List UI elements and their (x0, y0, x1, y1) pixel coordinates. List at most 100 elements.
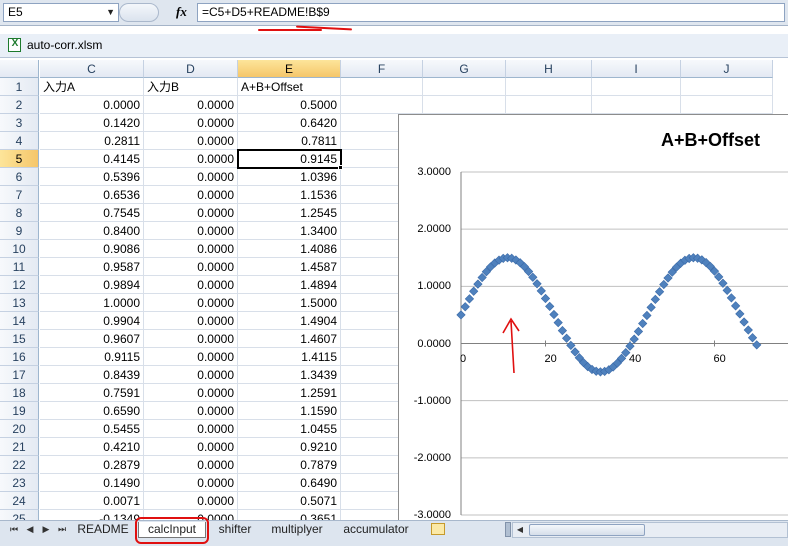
cell-c25[interactable]: -0.1349 (40, 510, 144, 520)
row-header[interactable]: 21 (0, 438, 39, 456)
row-header[interactable]: 13 (0, 294, 39, 312)
data-point[interactable] (743, 325, 753, 335)
data-point[interactable] (642, 310, 652, 321)
cell-d7[interactable]: 0.0000 (144, 186, 238, 204)
data-point[interactable] (726, 293, 737, 303)
cell-d20[interactable]: 0.0000 (144, 420, 238, 438)
cell-c11[interactable]: 0.9587 (40, 258, 144, 276)
row-header[interactable]: 20 (0, 420, 39, 438)
column-header-f[interactable]: F (341, 60, 423, 78)
cell-c8[interactable]: 0.7545 (40, 204, 144, 222)
scroll-left-icon[interactable]: ◀ (513, 523, 527, 537)
data-point[interactable] (553, 318, 563, 328)
cell-c17[interactable]: 0.8439 (40, 366, 144, 384)
cell-e22[interactable]: 0.7879 (238, 456, 341, 474)
column-header-h[interactable]: H (506, 60, 592, 78)
cell-e15[interactable]: 1.4607 (238, 330, 341, 348)
data-point[interactable] (473, 279, 483, 289)
cell-h1[interactable] (506, 78, 592, 96)
cell-j1[interactable] (681, 78, 773, 96)
cell-e17[interactable]: 1.3439 (238, 366, 341, 384)
row-header[interactable]: 7 (0, 186, 39, 204)
column-header-c[interactable]: C (40, 60, 144, 78)
cell-c9[interactable]: 0.8400 (40, 222, 144, 240)
row-header[interactable]: 22 (0, 456, 39, 474)
cell-e6[interactable]: 1.0396 (238, 168, 341, 186)
data-point[interactable] (469, 286, 479, 296)
insert-function-icon[interactable]: fx (176, 3, 192, 21)
cell-i1[interactable] (592, 78, 681, 96)
data-point[interactable] (545, 301, 555, 312)
row-header[interactable]: 12 (0, 276, 39, 294)
cell-d6[interactable]: 0.0000 (144, 168, 238, 186)
row-header[interactable]: 9 (0, 222, 39, 240)
data-point[interactable] (456, 310, 466, 320)
cell-c14[interactable]: 0.9904 (40, 312, 144, 330)
data-point[interactable] (731, 301, 741, 311)
cell-c1[interactable]: 入力A (40, 78, 144, 96)
cell-c3[interactable]: 0.1420 (40, 114, 144, 132)
cell-g2[interactable] (423, 96, 506, 114)
cell-c18[interactable]: 0.7591 (40, 384, 144, 402)
insert-sheet-icon[interactable] (431, 523, 445, 535)
cell-d23[interactable]: 0.0000 (144, 474, 238, 492)
cell-c22[interactable]: 0.2879 (40, 456, 144, 474)
cell-e18[interactable]: 1.2591 (238, 384, 341, 402)
scrollbar-thumb[interactable] (529, 524, 645, 536)
row-header[interactable]: 19 (0, 402, 39, 420)
data-point[interactable] (650, 294, 660, 304)
cell-e7[interactable]: 1.1536 (238, 186, 341, 204)
data-point[interactable] (464, 294, 475, 304)
cell-f1[interactable] (341, 78, 423, 96)
data-point[interactable] (735, 309, 745, 319)
sheet-tab-shifter[interactable]: shifter (210, 522, 260, 538)
cell-c12[interactable]: 0.9894 (40, 276, 144, 294)
row-header[interactable]: 25 (0, 510, 39, 520)
row-header[interactable]: 8 (0, 204, 39, 222)
cell-d14[interactable]: 0.0000 (144, 312, 238, 330)
data-point[interactable] (646, 302, 656, 312)
row-header[interactable]: 5 (0, 150, 39, 168)
cell-h2[interactable] (506, 96, 592, 114)
cell-e19[interactable]: 1.1590 (238, 402, 341, 420)
select-all-corner[interactable] (0, 60, 39, 78)
last-sheet-icon[interactable]: ⏭ (56, 522, 68, 536)
data-point[interactable] (562, 333, 572, 343)
cell-c7[interactable]: 0.6536 (40, 186, 144, 204)
first-sheet-icon[interactable]: ⏮ (8, 522, 20, 536)
row-header[interactable]: 6 (0, 168, 39, 186)
cell-d2[interactable]: 0.0000 (144, 96, 238, 114)
data-point[interactable] (654, 287, 665, 297)
data-point[interactable] (549, 309, 559, 320)
cell-e1[interactable]: A+B+Offset (238, 78, 341, 96)
cell-c10[interactable]: 0.9086 (40, 240, 144, 258)
cell-e21[interactable]: 0.9210 (238, 438, 341, 456)
row-header[interactable]: 14 (0, 312, 39, 330)
data-point[interactable] (536, 286, 546, 296)
prev-sheet-icon[interactable]: ◀ (24, 522, 36, 536)
row-header[interactable]: 16 (0, 348, 39, 366)
data-point[interactable] (566, 340, 576, 351)
cell-j2[interactable] (681, 96, 773, 114)
data-point[interactable] (633, 326, 644, 337)
formula-bar-resize-handle[interactable] (119, 3, 159, 22)
sheet-tab-readme[interactable]: README (72, 522, 134, 538)
cell-c13[interactable]: 1.0000 (40, 294, 144, 312)
cell-c16[interactable]: 0.9115 (40, 348, 144, 366)
sheet-tab-multiplyer[interactable]: multiplyer (264, 522, 330, 538)
cell-e16[interactable]: 1.4115 (238, 348, 341, 366)
cell-e12[interactable]: 1.4894 (238, 276, 341, 294)
cell-d1[interactable]: 入力B (144, 78, 238, 96)
cell-d15[interactable]: 0.0000 (144, 330, 238, 348)
cell-c23[interactable]: 0.1490 (40, 474, 144, 492)
data-point[interactable] (659, 279, 669, 290)
row-header[interactable]: 18 (0, 384, 39, 402)
data-point[interactable] (722, 285, 732, 295)
cell-d9[interactable]: 0.0000 (144, 222, 238, 240)
cell-e14[interactable]: 1.4904 (238, 312, 341, 330)
row-header[interactable]: 10 (0, 240, 39, 258)
cell-e25[interactable]: 0.3651 (238, 510, 341, 520)
cell-e2[interactable]: 0.5000 (238, 96, 341, 114)
cell-d4[interactable]: 0.0000 (144, 132, 238, 150)
cell-d24[interactable]: 0.0000 (144, 492, 238, 510)
